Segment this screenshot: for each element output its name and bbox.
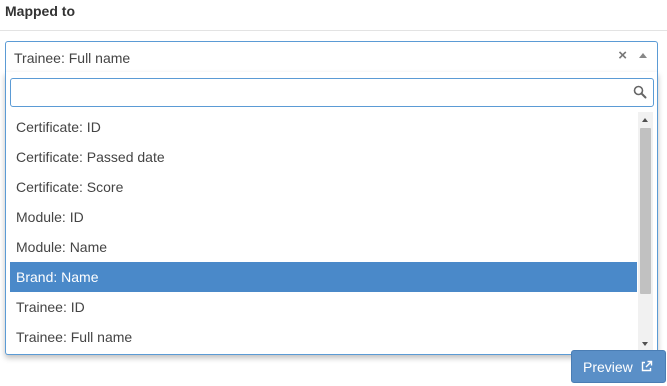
mapped-to-select[interactable]: Trainee: Full name × [5,41,658,72]
option-item[interactable]: Certificate: Passed date [10,142,637,172]
field-label: Mapped to [5,3,75,19]
dropdown-panel: Certificate: ID Certificate: Passed date C… [5,72,658,355]
external-link-icon [641,360,653,372]
option-item[interactable]: Trainee: Full name [10,322,637,352]
divider [0,30,667,31]
option-item[interactable]: Trainee: ID [10,292,637,322]
preview-button-label: Preview [583,359,633,375]
search-input[interactable] [11,79,633,106]
search-box [10,78,654,107]
scroll-thumb[interactable] [640,128,651,294]
scroll-down-arrow-icon[interactable] [642,342,648,346]
close-icon[interactable]: × [618,47,627,65]
option-item[interactable]: Brand: Name [10,262,637,292]
option-item[interactable]: Certificate: ID [10,112,637,142]
preview-button[interactable]: Preview [571,350,666,383]
option-item[interactable]: Module: ID [10,202,637,232]
option-item[interactable]: Module: Name [10,232,637,262]
option-item[interactable]: Certificate: Score [10,172,637,202]
options-list: Certificate: ID Certificate: Passed date C… [10,112,637,352]
selected-value: Trainee: Full name [14,50,131,66]
scrollbar[interactable] [638,112,653,352]
scroll-up-arrow-icon[interactable] [642,118,648,122]
search-icon [633,85,647,99]
caret-up-icon[interactable] [639,53,647,58]
